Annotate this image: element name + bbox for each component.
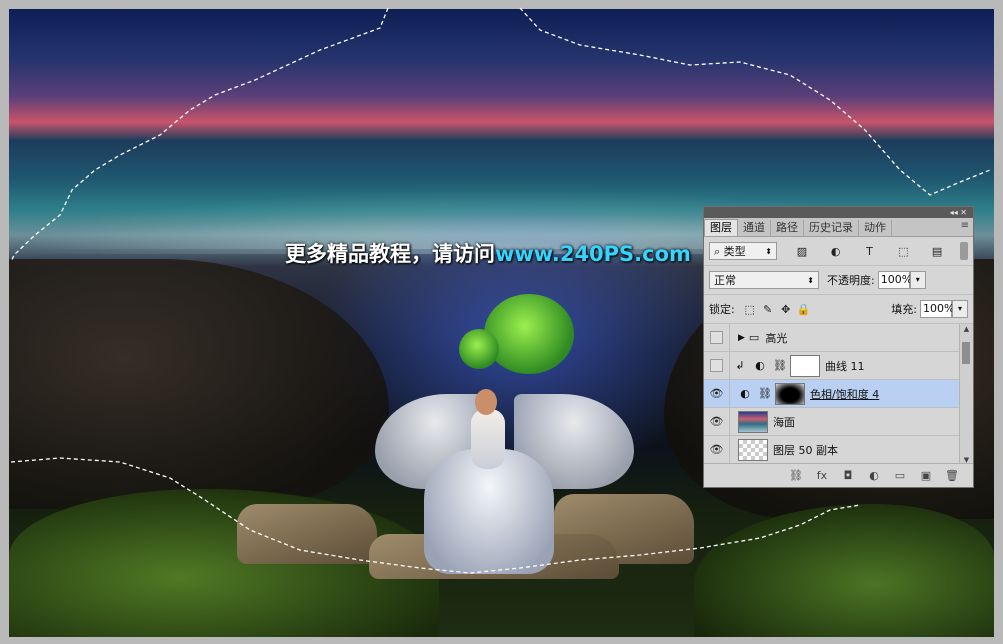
rock-left [237, 504, 377, 564]
adjustment-layer-icon: ◐ [740, 387, 750, 400]
folder-icon: ▭ [748, 331, 760, 344]
lock-row: 锁定: ⬚ ✎ ✥ 🔒 填充: 100% ▾ [704, 295, 973, 324]
type-filter-icon[interactable]: T [860, 245, 878, 258]
layer-row-curves[interactable]: ↲ ◐ ⛓ 曲线 11 [704, 351, 962, 380]
image-filter-icon[interactable]: ▨ [793, 245, 811, 258]
fx-icon[interactable]: fx [809, 469, 835, 482]
layer-thumbnail[interactable] [738, 410, 768, 433]
new-layer-icon[interactable]: ▣ [913, 469, 939, 482]
opacity-label: 不透明度: [827, 274, 875, 287]
panel-tabs: 图层 通道 路径 历史记录 动作 ≡ [704, 218, 973, 237]
layer-name: 色相/饱和度 4 [810, 387, 880, 401]
watermark-url: www.240PS.com [495, 242, 691, 266]
link-icon[interactable]: ⛓ [758, 387, 772, 400]
tree-foliage [484, 294, 574, 374]
layer-list[interactable]: ▶ ▭ 高光 ↲ ◐ ⛓ 曲线 11 👁 ◐ ⛓ 色相/饱和度 4 👁 海面 👁 [704, 323, 973, 465]
tab-paths[interactable]: 路径 [771, 220, 804, 236]
layer-row-hue-saturation[interactable]: 👁 ◐ ⛓ 色相/饱和度 4 [704, 379, 962, 408]
panel-titlebar[interactable]: ◂◂ ✕ [704, 207, 973, 218]
panel-menu-icon[interactable]: ≡ [961, 220, 969, 231]
filter-toggle[interactable] [960, 242, 968, 260]
visibility-toggle[interactable] [704, 323, 730, 352]
adjustment-layer-icon: ◐ [755, 359, 765, 372]
layer-row-sea[interactable]: 👁 海面 [704, 407, 962, 436]
fill-dropdown-icon[interactable]: ▾ [952, 300, 968, 318]
link-icon[interactable]: ⛓ [783, 469, 809, 482]
layer-row-group[interactable]: ▶ ▭ 高光 [704, 323, 962, 352]
tab-channels[interactable]: 通道 [738, 220, 771, 236]
layer-name: 图层 50 副本 [773, 443, 838, 457]
angel-head [475, 389, 497, 415]
layer-thumbnail[interactable] [738, 438, 768, 461]
eye-icon[interactable]: 👁 [704, 435, 730, 464]
mask-icon[interactable]: ◘ [835, 469, 861, 482]
layer-row-copy[interactable]: 👁 图层 50 副本 [704, 435, 962, 464]
blend-mode-value: 正常 [714, 274, 736, 287]
shape-filter-icon[interactable]: ⬚ [894, 245, 912, 258]
opacity-dropdown-icon[interactable]: ▾ [909, 271, 926, 289]
opacity-field[interactable]: 100% [877, 271, 912, 289]
layer-name: 海面 [773, 415, 795, 429]
clipping-arrow-icon: ↲ [735, 359, 745, 372]
layers-panel[interactable]: ◂◂ ✕ 图层 通道 路径 历史记录 动作 ≡ ⌕ 类型 ⬍ ▨ ◐ T ⬚ ▤ … [703, 206, 974, 488]
link-icon[interactable]: ⛓ [773, 359, 787, 372]
grass-right [694, 504, 994, 637]
layer-list-scrollbar[interactable]: ▲ ▼ [959, 324, 973, 465]
watermark-text: 更多精品教程，请访问www.240PS.com [285, 238, 691, 268]
tab-actions[interactable]: 动作 [859, 220, 892, 236]
tab-layers[interactable]: 图层 [704, 219, 738, 236]
filter-type-label: 类型 [723, 245, 746, 258]
collapse-close-icon[interactable]: ◂◂ ✕ [950, 207, 967, 218]
layer-mask-thumbnail[interactable] [790, 354, 820, 377]
eye-icon[interactable]: 👁 [704, 407, 730, 436]
group-expand-icon[interactable]: ▶ [738, 333, 745, 343]
scroll-up-icon[interactable]: ▲ [960, 325, 973, 333]
watermark-cn: 更多精品教程，请访问 [285, 242, 495, 266]
adjustment-icon[interactable]: ◐ [861, 469, 887, 482]
smart-object-filter-icon[interactable]: ▤ [928, 245, 946, 258]
lock-transparent-icon[interactable]: ⬚ [741, 303, 759, 316]
lock-all-icon[interactable]: 🔒 [795, 303, 813, 316]
eye-icon[interactable]: 👁 [704, 379, 730, 408]
fill-field[interactable]: 100% [920, 300, 954, 318]
folder-icon[interactable]: ▭ [887, 469, 913, 482]
layer-mask-thumbnail[interactable] [775, 382, 805, 405]
filter-row: ⌕ 类型 ⬍ ▨ ◐ T ⬚ ▤ [704, 237, 973, 266]
trash-icon[interactable]: 🗑 [939, 469, 965, 482]
layer-name: 曲线 11 [825, 359, 865, 373]
cave-rock-left [9, 259, 389, 509]
visibility-toggle[interactable] [704, 351, 730, 380]
adjustment-filter-icon[interactable]: ◐ [827, 245, 845, 258]
lock-label: 锁定: [709, 303, 735, 316]
layer-name: 高光 [765, 331, 788, 345]
fill-label: 填充: [891, 303, 917, 316]
blend-mode-select[interactable]: 正常 ⬍ [709, 271, 819, 289]
angel-body [471, 409, 505, 469]
blend-row: 正常 ⬍ 不透明度: 100% ▾ [704, 266, 973, 295]
filter-type-select[interactable]: ⌕ 类型 ⬍ [709, 242, 777, 260]
lock-image-icon[interactable]: ✎ [759, 303, 777, 316]
tab-history[interactable]: 历史记录 [804, 220, 859, 236]
search-icon: ⌕ [714, 245, 724, 258]
tree-foliage-small [459, 329, 499, 369]
panel-bottom-bar: ⛓ fx ◘ ◐ ▭ ▣ 🗑 [704, 463, 973, 487]
scroll-thumb[interactable] [962, 342, 970, 364]
lock-position-icon[interactable]: ✥ [777, 303, 795, 316]
